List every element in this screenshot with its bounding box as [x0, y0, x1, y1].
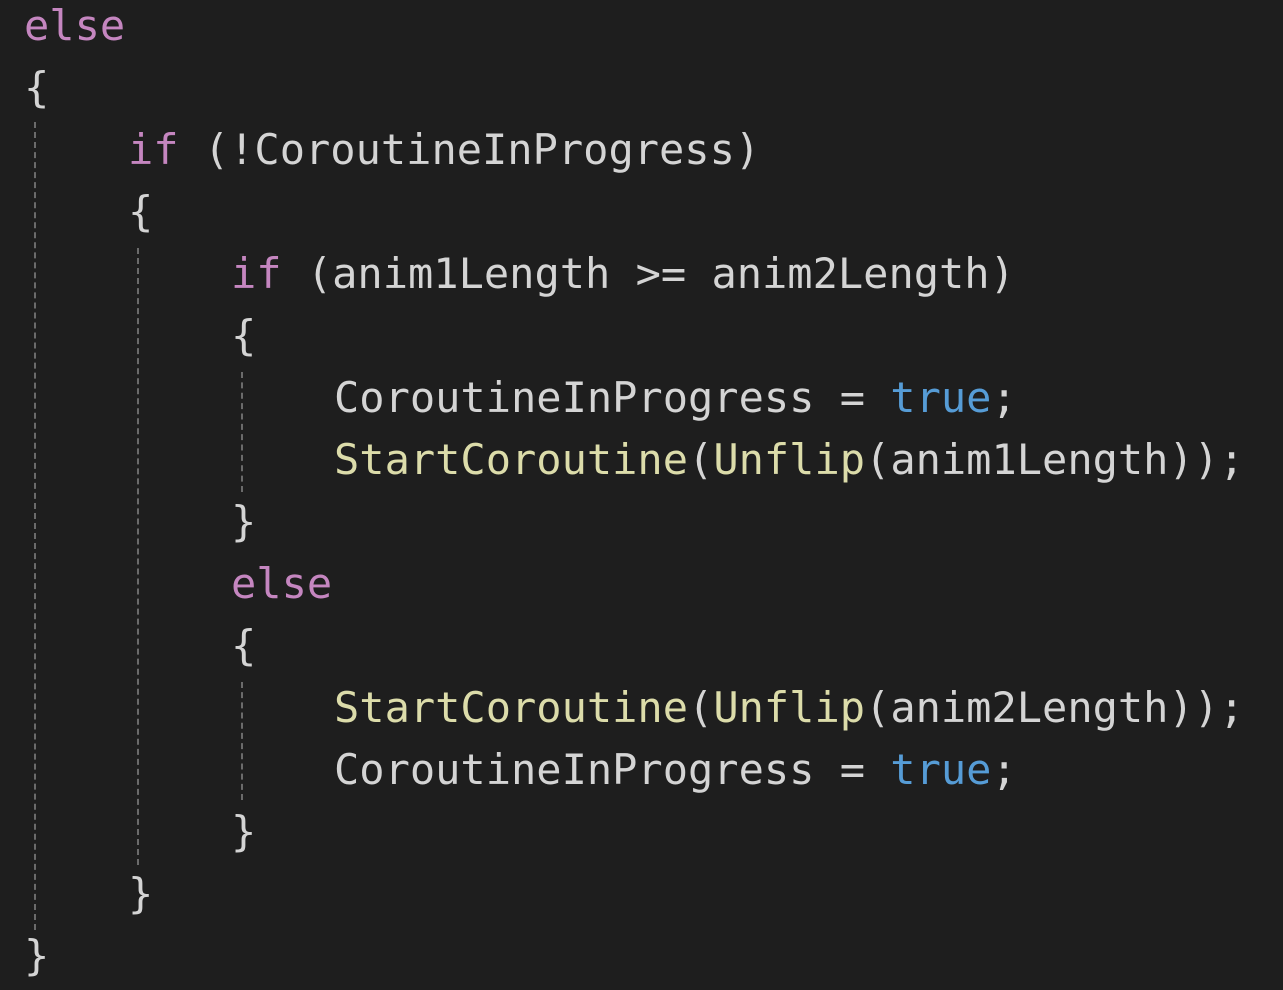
code-token: ;	[991, 373, 1017, 422]
code-token: if	[128, 125, 179, 174]
code-line: else	[231, 553, 332, 615]
code-token: StartCoroutine	[334, 683, 689, 732]
code-token: }	[24, 931, 50, 980]
code-token: else	[231, 559, 333, 608]
indent-guide	[137, 248, 139, 865]
code-token: (anim2Length));	[865, 683, 1245, 732]
code-line: else	[24, 0, 125, 57]
code-token: }	[231, 807, 257, 856]
code-token: }	[231, 497, 257, 546]
code-editor[interactable]: else { if (!CoroutineInProgress) { if (anim1…	[0, 0, 1283, 990]
code-line: }	[128, 863, 153, 925]
code-line: {	[24, 57, 49, 119]
code-token: {	[128, 187, 154, 236]
code-line: {	[231, 615, 256, 677]
indent-guide	[241, 682, 243, 800]
code-line: if (anim1Length >= anim2Length)	[231, 243, 1015, 305]
code-token: (anim1Length));	[865, 435, 1245, 484]
code-line: {	[231, 305, 256, 367]
code-token: (	[688, 435, 714, 484]
code-line: }	[24, 925, 49, 987]
indent-guide	[34, 122, 36, 930]
code-line: {	[128, 181, 153, 243]
code-token: (	[688, 683, 714, 732]
code-token: {	[24, 63, 50, 112]
indent-guide	[241, 372, 243, 492]
code-token: Unflip	[713, 683, 866, 732]
code-line: }	[231, 801, 256, 863]
code-token: {	[231, 621, 257, 670]
code-token: }	[128, 869, 154, 918]
code-line: CoroutineInProgress = true;	[334, 739, 1017, 801]
code-line: StartCoroutine(Unflip(anim1Length));	[334, 429, 1244, 491]
code-token: else	[24, 1, 126, 50]
code-line: StartCoroutine(Unflip(anim2Length));	[334, 677, 1244, 739]
code-token: CoroutineInProgress =	[334, 373, 891, 422]
code-line: CoroutineInProgress = true;	[334, 367, 1017, 429]
code-token: ;	[991, 745, 1017, 794]
code-token: StartCoroutine	[334, 435, 689, 484]
code-line: if (!CoroutineInProgress)	[128, 119, 760, 181]
code-token: (!CoroutineInProgress)	[178, 125, 761, 174]
code-token: true	[890, 745, 992, 794]
code-token: true	[890, 373, 992, 422]
code-token: CoroutineInProgress =	[334, 745, 891, 794]
code-token: if	[231, 249, 282, 298]
code-token: Unflip	[713, 435, 866, 484]
code-line: }	[231, 491, 256, 553]
code-token: {	[231, 311, 257, 360]
code-token: (anim1Length >= anim2Length)	[281, 249, 1015, 298]
